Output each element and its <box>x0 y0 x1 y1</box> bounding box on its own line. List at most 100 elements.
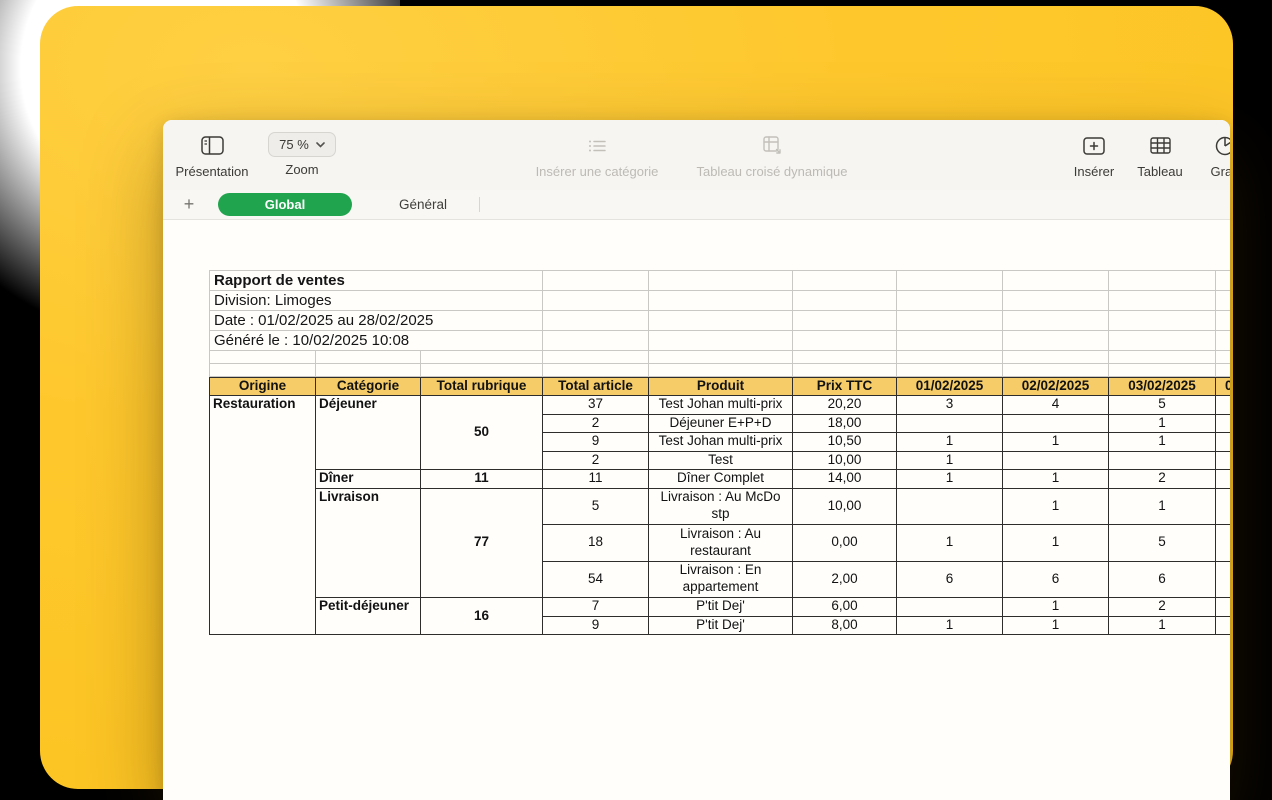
cell-empty[interactable] <box>543 364 649 377</box>
cell-day2[interactable]: 1 <box>1003 489 1109 526</box>
column-header-origine[interactable]: Origine <box>210 378 316 396</box>
cell-total-article[interactable]: 54 <box>543 562 649 599</box>
cell-day3[interactable]: 1 <box>1109 433 1216 452</box>
cell-day4[interactable] <box>1216 525 1230 562</box>
cell-report-title[interactable]: Rapport de ventes <box>210 271 543 291</box>
cell-empty[interactable] <box>1109 331 1216 351</box>
cell-prix[interactable]: 10,50 <box>793 433 897 452</box>
cell-day3[interactable]: 6 <box>1109 562 1216 599</box>
cell-produit[interactable]: P'tit Dej' <box>649 598 793 617</box>
column-header-total-rubrique[interactable]: Total rubrique <box>421 378 543 396</box>
cell-day2[interactable]: 4 <box>1003 396 1109 415</box>
cell-total-article[interactable]: 7 <box>543 598 649 617</box>
cell-produit[interactable]: Livraison : Au restaurant <box>649 525 793 562</box>
cell-produit[interactable]: Test <box>649 452 793 471</box>
cell-empty[interactable] <box>793 311 897 331</box>
cell-total-article[interactable]: 2 <box>543 452 649 471</box>
cell-categorie[interactable]: Petit-déjeuner <box>316 598 421 635</box>
cell-produit[interactable]: Test Johan multi-prix <box>649 396 793 415</box>
cell-empty[interactable] <box>649 311 793 331</box>
cell-generated[interactable]: Généré le : 10/02/2025 10:08 <box>210 331 543 351</box>
cell-empty[interactable] <box>1216 291 1230 311</box>
cell-day3[interactable]: 1 <box>1109 489 1216 526</box>
cell-categorie[interactable]: Livraison <box>316 489 421 599</box>
cell-empty[interactable] <box>421 364 543 377</box>
cell-produit[interactable]: Déjeuner E+P+D <box>649 415 793 434</box>
cell-day2[interactable]: 1 <box>1003 470 1109 489</box>
cell-day1[interactable]: 1 <box>897 525 1003 562</box>
cell-day4[interactable] <box>1216 562 1230 599</box>
column-header-date1[interactable]: 01/02/2025 <box>897 378 1003 396</box>
cell-empty[interactable] <box>543 291 649 311</box>
cell-produit[interactable]: Livraison : Au McDo stp <box>649 489 793 526</box>
column-header-produit[interactable]: Produit <box>649 378 793 396</box>
cell-empty[interactable] <box>793 331 897 351</box>
cell-day2[interactable] <box>1003 452 1109 471</box>
cell-prix[interactable]: 10,00 <box>793 489 897 526</box>
cell-day2[interactable]: 1 <box>1003 433 1109 452</box>
cell-empty[interactable] <box>1109 311 1216 331</box>
cell-empty[interactable] <box>649 351 793 364</box>
cell-empty[interactable] <box>543 311 649 331</box>
cell-empty[interactable] <box>1216 364 1230 377</box>
cell-day4[interactable] <box>1216 415 1230 434</box>
cell-empty[interactable] <box>1003 331 1109 351</box>
cell-empty[interactable] <box>1003 291 1109 311</box>
cell-empty[interactable] <box>316 364 421 377</box>
cell-empty[interactable] <box>210 351 316 364</box>
cell-day3[interactable]: 5 <box>1109 396 1216 415</box>
cell-day4[interactable] <box>1216 396 1230 415</box>
cell-empty[interactable] <box>793 271 897 291</box>
cell-empty[interactable] <box>897 291 1003 311</box>
cell-empty[interactable] <box>1003 311 1109 331</box>
cell-empty[interactable] <box>1003 351 1109 364</box>
cell-empty[interactable] <box>1216 311 1230 331</box>
cell-day1[interactable]: 3 <box>897 396 1003 415</box>
toolbar-item-table[interactable]: Tableau <box>1129 132 1191 179</box>
cell-empty[interactable] <box>897 331 1003 351</box>
cell-division[interactable]: Division: Limoges <box>210 291 543 311</box>
cell-produit[interactable]: Dîner Complet <box>649 470 793 489</box>
cell-empty[interactable] <box>1109 351 1216 364</box>
cell-total-rubrique[interactable]: 11 <box>421 470 543 489</box>
cell-produit[interactable]: Livraison : En appartement <box>649 562 793 599</box>
cell-prix[interactable]: 6,00 <box>793 598 897 617</box>
cell-empty[interactable] <box>1216 271 1230 291</box>
cell-day3[interactable]: 2 <box>1109 598 1216 617</box>
cell-total-rubrique[interactable]: 77 <box>421 489 543 599</box>
cell-produit[interactable]: Test Johan multi-prix <box>649 433 793 452</box>
cell-day2[interactable]: 1 <box>1003 525 1109 562</box>
cell-day4[interactable] <box>1216 489 1230 526</box>
column-header-total-article[interactable]: Total article <box>543 378 649 396</box>
cell-empty[interactable] <box>1003 271 1109 291</box>
cell-empty[interactable] <box>649 271 793 291</box>
cell-empty[interactable] <box>1003 364 1109 377</box>
cell-empty[interactable] <box>649 331 793 351</box>
cell-day4[interactable] <box>1216 470 1230 489</box>
cell-empty[interactable] <box>1216 331 1230 351</box>
cell-day1[interactable]: 1 <box>897 617 1003 636</box>
cell-empty[interactable] <box>421 351 543 364</box>
cell-categorie[interactable]: Déjeuner <box>316 396 421 470</box>
cell-empty[interactable] <box>897 351 1003 364</box>
column-header-categorie[interactable]: Catégorie <box>316 378 421 396</box>
cell-empty[interactable] <box>793 364 897 377</box>
cell-empty[interactable] <box>1109 271 1216 291</box>
cell-total-article[interactable]: 37 <box>543 396 649 415</box>
cell-empty[interactable] <box>649 364 793 377</box>
cell-total-article[interactable]: 11 <box>543 470 649 489</box>
cell-prix[interactable]: 0,00 <box>793 525 897 562</box>
cell-prix[interactable]: 20,20 <box>793 396 897 415</box>
column-header-date3[interactable]: 03/02/2025 <box>1109 378 1216 396</box>
cell-categorie[interactable]: Dîner <box>316 470 421 489</box>
toolbar-item-presentation[interactable]: Présentation <box>171 132 253 179</box>
cell-empty[interactable] <box>1109 291 1216 311</box>
cell-day1[interactable]: 1 <box>897 433 1003 452</box>
cell-day2[interactable]: 1 <box>1003 617 1109 636</box>
cell-date-range[interactable]: Date : 01/02/2025 au 28/02/2025 <box>210 311 543 331</box>
cell-day1[interactable]: 1 <box>897 452 1003 471</box>
cell-empty[interactable] <box>897 311 1003 331</box>
cell-day4[interactable] <box>1216 617 1230 636</box>
column-header-prix-ttc[interactable]: Prix TTC <box>793 378 897 396</box>
cell-empty[interactable] <box>543 331 649 351</box>
